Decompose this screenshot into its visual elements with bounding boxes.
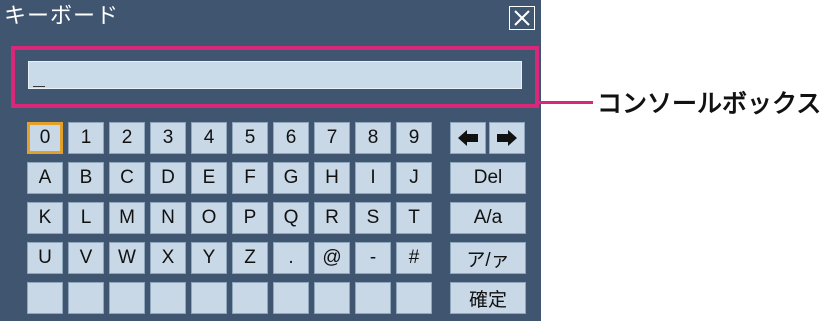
cursor-right-button[interactable] (489, 122, 525, 154)
keyboard-dialog: キーボード _ 0123456789 ABCDEFGHIJ KLMNOPQRST UV… (0, 0, 541, 321)
key-blank[interactable] (191, 282, 227, 314)
key-blank[interactable] (68, 282, 104, 314)
key-Z[interactable]: Z (232, 242, 268, 274)
arrow-right-icon (497, 130, 517, 146)
key-K[interactable]: K (27, 202, 63, 234)
key-O[interactable]: O (191, 202, 227, 234)
key-.[interactable]: . (273, 242, 309, 274)
kana-toggle-button[interactable]: ア/ァ (450, 242, 526, 274)
key-5[interactable]: 5 (232, 122, 268, 154)
arrow-left-icon (458, 130, 478, 146)
key-blank[interactable] (150, 282, 186, 314)
key-8[interactable]: 8 (355, 122, 391, 154)
key-P[interactable]: P (232, 202, 268, 234)
close-icon (514, 10, 530, 26)
title-bar: キーボード (0, 0, 541, 36)
key-A[interactable]: A (27, 162, 63, 194)
console-box[interactable]: _ (28, 61, 522, 89)
key-V[interactable]: V (68, 242, 104, 274)
callout-line (539, 101, 593, 104)
key-C[interactable]: C (109, 162, 145, 194)
key-L[interactable]: L (68, 202, 104, 234)
key-#[interactable]: # (396, 242, 432, 274)
key-W[interactable]: W (109, 242, 145, 274)
window-title: キーボード (4, 4, 120, 29)
key--[interactable]: - (355, 242, 391, 274)
key-H[interactable]: H (314, 162, 350, 194)
key-blank[interactable] (314, 282, 350, 314)
key-blank[interactable] (232, 282, 268, 314)
key-blank[interactable] (109, 282, 145, 314)
key-blank[interactable] (27, 282, 63, 314)
key-0[interactable]: 0 (27, 122, 63, 154)
key-blank[interactable] (396, 282, 432, 314)
key-4[interactable]: 4 (191, 122, 227, 154)
key-6[interactable]: 6 (273, 122, 309, 154)
key-D[interactable]: D (150, 162, 186, 194)
key-I[interactable]: I (355, 162, 391, 194)
key-F[interactable]: F (232, 162, 268, 194)
key-Q[interactable]: Q (273, 202, 309, 234)
key-7[interactable]: 7 (314, 122, 350, 154)
delete-button[interactable]: Del (450, 162, 526, 194)
key-blank[interactable] (273, 282, 309, 314)
key-blank[interactable] (355, 282, 391, 314)
key-U[interactable]: U (27, 242, 63, 274)
console-cursor: _ (33, 63, 46, 87)
key-R[interactable]: R (314, 202, 350, 234)
key-2[interactable]: 2 (109, 122, 145, 154)
key-G[interactable]: G (273, 162, 309, 194)
close-button[interactable] (509, 6, 535, 30)
callout-label: コンソールボックス (597, 89, 822, 118)
console-box-highlight: _ (11, 46, 539, 108)
key-T[interactable]: T (396, 202, 432, 234)
key-3[interactable]: 3 (150, 122, 186, 154)
key-E[interactable]: E (191, 162, 227, 194)
key-Y[interactable]: Y (191, 242, 227, 274)
case-toggle-button[interactable]: A/a (450, 202, 526, 234)
key-S[interactable]: S (355, 202, 391, 234)
key-1[interactable]: 1 (68, 122, 104, 154)
key-9[interactable]: 9 (396, 122, 432, 154)
key-M[interactable]: M (109, 202, 145, 234)
confirm-button[interactable]: 確定 (450, 282, 526, 314)
key-J[interactable]: J (396, 162, 432, 194)
cursor-left-button[interactable] (450, 122, 486, 154)
key-@[interactable]: @ (314, 242, 350, 274)
key-B[interactable]: B (68, 162, 104, 194)
key-N[interactable]: N (150, 202, 186, 234)
key-X[interactable]: X (150, 242, 186, 274)
